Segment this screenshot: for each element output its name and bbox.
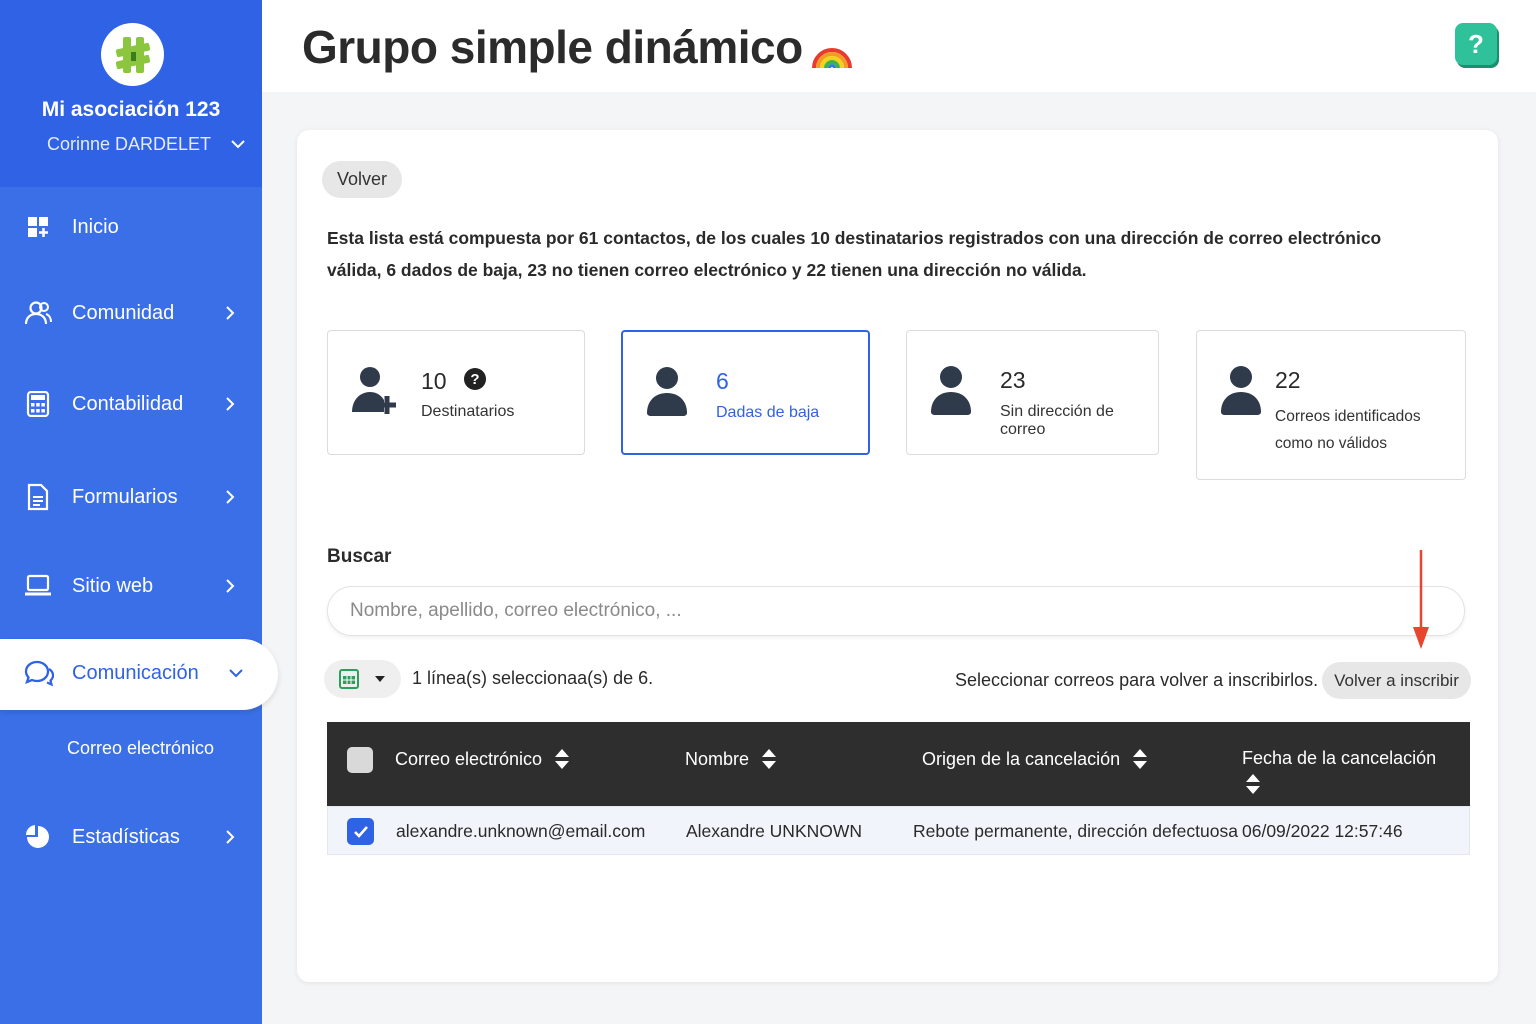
list-summary: Esta lista está compuesta por 61 contact… bbox=[327, 228, 1382, 280]
main-card: Volver Esta lista está compuesta por 61 … bbox=[297, 130, 1498, 982]
help-icon: ? bbox=[1468, 28, 1484, 59]
user-icon bbox=[1221, 366, 1261, 415]
chat-icon bbox=[24, 659, 55, 692]
dashboard-icon bbox=[24, 213, 52, 241]
row-checkbox[interactable] bbox=[347, 818, 374, 845]
check-icon bbox=[353, 825, 368, 838]
sidebar-item-label: Comunicación bbox=[72, 662, 199, 684]
stat-value: 6 bbox=[716, 368, 729, 394]
page-title: Grupo simple dinámico bbox=[302, 20, 853, 74]
sidebar-item-label: Sitio web bbox=[72, 574, 154, 597]
sidebar-item-label: Inicio bbox=[72, 215, 119, 238]
sidebar: Mi asociación 123 Corinne DARDELET Inici… bbox=[0, 0, 278, 1024]
selection-count: 1 línea(s) seleccionaa(s) de 6. bbox=[412, 668, 654, 688]
caret-down-icon bbox=[375, 676, 385, 682]
table-header: Correo electrónico Nombre Origen de la c… bbox=[327, 722, 1470, 806]
users-icon bbox=[24, 299, 52, 327]
sidebar-item-label: Formularios bbox=[72, 485, 178, 508]
org-logo[interactable] bbox=[101, 23, 164, 86]
chevron-down-icon[interactable] bbox=[230, 138, 246, 150]
sidebar-item-comunidad[interactable]: Comunidad bbox=[0, 288, 262, 338]
sidebar-item-estadisticas[interactable]: Estadísticas bbox=[0, 812, 262, 862]
sidebar-item-sitio-web[interactable]: Sitio web bbox=[0, 561, 262, 611]
rainbow-icon bbox=[811, 47, 852, 69]
hashtag-logo-icon bbox=[115, 36, 150, 73]
stat-card-dadas-de-baja[interactable]: 6 Dadas de baja bbox=[621, 330, 870, 455]
question-circle-icon[interactable]: ? bbox=[463, 367, 487, 391]
top-bar: Grupo simple dinámico ? bbox=[262, 0, 1536, 92]
sort-icon bbox=[762, 749, 777, 769]
cell-origin: Rebote permanente, dirección defectuosa bbox=[913, 821, 1238, 841]
stat-value: 23 bbox=[1000, 367, 1026, 393]
column-header-name[interactable]: Nombre bbox=[685, 748, 777, 770]
sidebar-item-label: Comunidad bbox=[72, 301, 175, 324]
pie-chart-icon bbox=[24, 823, 52, 851]
sidebar-item-contabilidad[interactable]: Contabilidad bbox=[0, 379, 262, 429]
sidebar-item-comunicacion[interactable]: Comunicación bbox=[0, 639, 278, 710]
page-title-text: Grupo simple dinámico bbox=[302, 21, 803, 73]
sidebar-item-label: Contabilidad bbox=[72, 392, 184, 415]
chevron-right-icon bbox=[226, 490, 235, 504]
user-icon bbox=[647, 367, 687, 416]
sidebar-item-label: Estadísticas bbox=[72, 825, 180, 848]
selection-hint: Seleccionar correos para volver a inscri… bbox=[955, 670, 1319, 690]
calculator-icon bbox=[24, 390, 52, 418]
svg-text:?: ? bbox=[470, 371, 479, 388]
sidebar-item-inicio[interactable]: Inicio bbox=[0, 202, 262, 252]
help-button[interactable]: ? bbox=[1455, 23, 1497, 65]
stat-label: Sin dirección de correo bbox=[1000, 403, 1114, 438]
column-header-origin[interactable]: Origen de la cancelación bbox=[922, 748, 1148, 770]
user-name[interactable]: Corinne DARDELET bbox=[47, 134, 211, 155]
cell-email: alexandre.unknown@email.com bbox=[396, 821, 646, 841]
resubscribe-button[interactable]: Volver a inscribir bbox=[1322, 662, 1471, 699]
user-add-icon bbox=[352, 367, 396, 414]
search-label: Buscar bbox=[327, 546, 392, 567]
user-icon bbox=[931, 366, 971, 415]
search-input[interactable] bbox=[327, 586, 1465, 636]
cell-name: Alexandre UNKNOWN bbox=[686, 821, 863, 841]
stat-label: Destinatarios bbox=[421, 403, 515, 420]
sort-icon bbox=[1246, 774, 1260, 794]
column-header-email[interactable]: Correo electrónico bbox=[395, 748, 570, 770]
column-header-date[interactable]: Fecha de la cancelación bbox=[1242, 748, 1436, 795]
chevron-right-icon bbox=[226, 306, 235, 320]
sort-icon bbox=[1133, 749, 1148, 769]
select-all-checkbox[interactable] bbox=[347, 747, 373, 773]
document-icon bbox=[24, 483, 52, 511]
back-button[interactable]: Volver bbox=[322, 161, 402, 198]
chevron-right-icon bbox=[226, 579, 235, 593]
chevron-right-icon bbox=[226, 830, 235, 844]
sidebar-item-formularios[interactable]: Formularios bbox=[0, 472, 262, 522]
table-row[interactable]: alexandre.unknown@email.com Alexandre UN… bbox=[327, 806, 1470, 855]
red-arrow-annotation bbox=[1413, 550, 1429, 649]
cell-date: 06/09/2022 12:57:46 bbox=[1242, 821, 1403, 841]
export-button[interactable] bbox=[324, 660, 401, 698]
sort-icon bbox=[555, 749, 570, 769]
spreadsheet-icon bbox=[339, 669, 359, 689]
chevron-down-icon bbox=[229, 669, 243, 678]
laptop-icon bbox=[24, 572, 52, 600]
stat-card-sin-direccion[interactable]: 23 Sin dirección de correo bbox=[906, 330, 1159, 455]
stat-card-destinatarios[interactable]: 10 ? Destinatarios bbox=[327, 330, 585, 455]
stat-card-no-validos[interactable]: 22 Correos identificados como no válidos bbox=[1196, 330, 1466, 480]
sidebar-header: Mi asociación 123 Corinne DARDELET bbox=[0, 0, 262, 187]
sidebar-subitem-correo[interactable]: Correo electrónico bbox=[67, 738, 214, 759]
stat-label: Dadas de baja bbox=[716, 404, 820, 421]
stat-value: 22 bbox=[1275, 367, 1301, 393]
stat-label: Correos identificados como no válidos bbox=[1275, 408, 1421, 452]
chevron-right-icon bbox=[226, 397, 235, 411]
stat-value: 10 ? bbox=[421, 367, 487, 395]
org-name: Mi asociación 123 bbox=[41, 98, 221, 121]
